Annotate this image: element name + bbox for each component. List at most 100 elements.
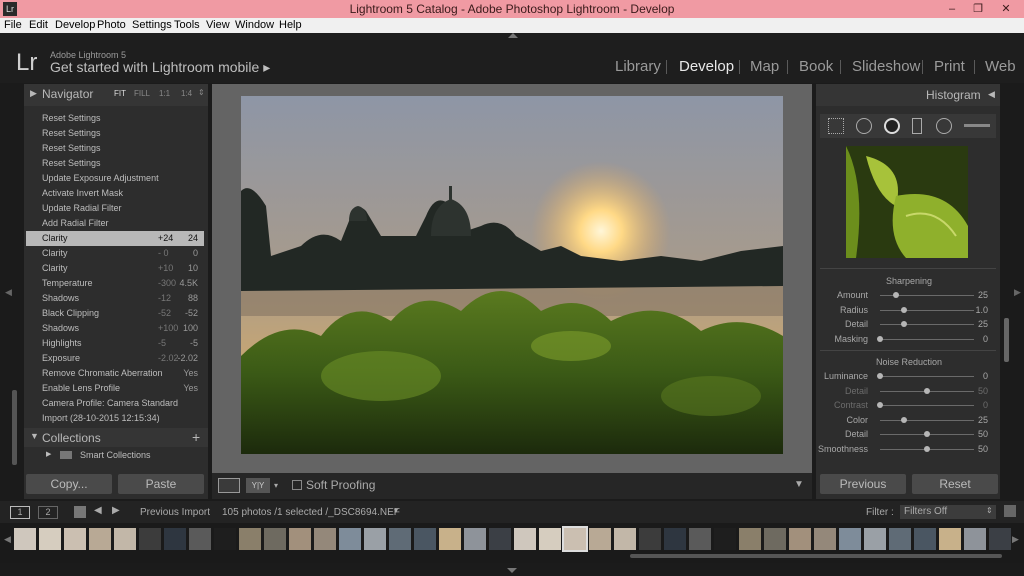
noise_reduction-slider-row[interactable]: Contrast0 [820, 398, 998, 412]
add-collection-icon[interactable]: + [192, 429, 200, 445]
filmstrip-thumbnail[interactable] [139, 528, 161, 550]
slider-value[interactable]: 0 [983, 400, 988, 410]
right-panel-scrollbar[interactable] [1004, 318, 1009, 362]
reset-button[interactable]: Reset [912, 474, 998, 494]
filmstrip-thumbnail[interactable] [114, 528, 136, 550]
filmstrip-thumbnail[interactable] [189, 528, 211, 550]
radial-filter-icon[interactable] [936, 118, 952, 134]
smart-collections-item[interactable]: ▶ Smart Collections [24, 448, 208, 463]
history-row[interactable]: Add Radial Filter [26, 216, 204, 231]
module-map[interactable]: Map [750, 58, 779, 75]
history-row[interactable]: Clarity- 00 [26, 246, 204, 261]
filmstrip-thumbnail[interactable] [539, 528, 561, 550]
menu-help[interactable]: Help [279, 19, 302, 31]
slider-thumb[interactable] [893, 292, 899, 298]
history-row[interactable]: Clarity+1010 [26, 261, 204, 276]
slider-value[interactable]: 1.0 [975, 305, 988, 315]
slider-value[interactable]: 50 [978, 444, 988, 454]
module-web[interactable]: Web [985, 58, 1016, 75]
slider-track[interactable] [880, 310, 974, 311]
filmstrip-scrollbar[interactable] [630, 554, 1002, 558]
module-book[interactable]: Book [799, 58, 833, 75]
filmstrip-thumbnail[interactable] [89, 528, 111, 550]
filter-dropdown-icon[interactable]: ⇕ [986, 506, 993, 515]
filmstrip-right-icon[interactable]: ▶ [1012, 534, 1019, 545]
module-print[interactable]: Print [934, 58, 965, 75]
filmstrip-info[interactable]: 105 photos /1 selected /_DSC8694.NEF [222, 507, 400, 518]
slider-value[interactable]: 25 [978, 319, 988, 329]
collections-header[interactable]: ▼ Collections + [24, 428, 208, 447]
mobile-promo-link[interactable]: Get started with Lightroom mobile ▸ [50, 59, 270, 76]
close-icon[interactable]: ✕ [994, 0, 1018, 18]
page-2-button[interactable]: 2 [38, 506, 58, 519]
filmstrip-thumbnail[interactable] [889, 528, 911, 550]
slider-thumb[interactable] [901, 307, 907, 313]
filmstrip-thumbnail[interactable] [439, 528, 461, 550]
history-row[interactable]: Reset Settings [26, 156, 204, 171]
zoom-1-4[interactable]: 1:4 [181, 89, 192, 98]
previous-button[interactable]: Previous [820, 474, 906, 494]
slider-value[interactable]: 25 [978, 415, 988, 425]
slider-track[interactable] [880, 339, 974, 340]
filmstrip-thumbnail[interactable] [964, 528, 986, 550]
filmstrip-thumbnail[interactable] [914, 528, 936, 550]
sharpening-slider-row[interactable]: Radius1.0 [820, 303, 998, 317]
filmstrip-thumbnail[interactable] [814, 528, 836, 550]
filmstrip-thumbnail[interactable] [164, 528, 186, 550]
restore-icon[interactable]: ❐ [966, 0, 990, 18]
history-row[interactable]: Update Exposure Adjustment [26, 171, 204, 186]
left-panel-toggle-icon[interactable]: ◀ [5, 287, 12, 298]
filmstrip-thumbnail[interactable] [339, 528, 361, 550]
filmstrip-thumbnail[interactable] [489, 528, 511, 550]
slider-thumb[interactable] [901, 321, 907, 327]
red-eye-icon[interactable] [884, 118, 900, 134]
menu-tools[interactable]: Tools [174, 19, 200, 31]
filmstrip-thumbnail[interactable] [214, 528, 236, 550]
slider-value[interactable]: 25 [978, 290, 988, 300]
history-row[interactable]: Remove Chromatic AberrationYes [26, 366, 204, 381]
filmstrip-thumbnail[interactable] [739, 528, 761, 550]
menu-develop[interactable]: Develop [55, 19, 95, 31]
slider-value[interactable]: 50 [978, 386, 988, 396]
filmstrip-thumbnail[interactable] [364, 528, 386, 550]
history-row[interactable]: Reset Settings [26, 126, 204, 141]
history-row[interactable]: Exposure-2.02-2.02 [26, 351, 204, 366]
filmstrip-thumbnail[interactable] [839, 528, 861, 550]
filmstrip-thumbnail[interactable] [464, 528, 486, 550]
menu-edit[interactable]: Edit [29, 19, 48, 31]
sharpening-slider-row[interactable]: Masking0 [820, 332, 998, 346]
navigator-header[interactable]: ▶ Navigator FIT FILL 1:1 1:4 ⇕ [24, 84, 208, 106]
collapse-bottom-icon[interactable] [507, 568, 517, 573]
noise_reduction-slider-row[interactable]: Smoothness50 [820, 442, 998, 456]
history-row[interactable]: Reset Settings [26, 111, 204, 126]
history-row[interactable]: Shadows-1288 [26, 291, 204, 306]
noise_reduction-slider-row[interactable]: Luminance0 [820, 369, 998, 383]
soft-proofing-checkbox[interactable] [292, 480, 302, 490]
menu-photo[interactable]: Photo [97, 19, 126, 31]
zoom-1-1[interactable]: 1:1 [159, 89, 170, 98]
slider-thumb[interactable] [924, 446, 930, 452]
filmstrip-thumbnail[interactable] [614, 528, 636, 550]
zoom-fill[interactable]: FILL [134, 89, 150, 98]
slider-track[interactable] [880, 405, 974, 406]
filmstrip-thumbnail[interactable] [514, 528, 536, 550]
minimize-icon[interactable]: – [940, 0, 964, 18]
noise_reduction-slider-row[interactable]: Detail50 [820, 427, 998, 441]
menu-file[interactable]: File [4, 19, 22, 31]
photo-preview[interactable] [241, 96, 783, 454]
slider-thumb[interactable] [924, 431, 930, 437]
filmstrip-thumbnail[interactable] [264, 528, 286, 550]
slider-thumb[interactable] [877, 373, 883, 379]
grid-view-icon[interactable] [74, 506, 86, 518]
spot-removal-icon[interactable] [856, 118, 872, 134]
graduated-filter-icon[interactable] [912, 118, 922, 134]
module-library[interactable]: Library [615, 58, 661, 75]
slider-value[interactable]: 0 [983, 371, 988, 381]
crop-tool-icon[interactable] [828, 118, 844, 134]
slider-thumb[interactable] [901, 417, 907, 423]
histogram-header[interactable]: Histogram ◀ [816, 84, 1000, 106]
filter-select[interactable]: Filters Off [900, 505, 996, 519]
history-row[interactable]: Activate Invert Mask [26, 186, 204, 201]
zoom-dropdown-icon[interactable]: ⇕ [198, 88, 205, 97]
back-arrow-icon[interactable]: ◀ [94, 505, 102, 516]
